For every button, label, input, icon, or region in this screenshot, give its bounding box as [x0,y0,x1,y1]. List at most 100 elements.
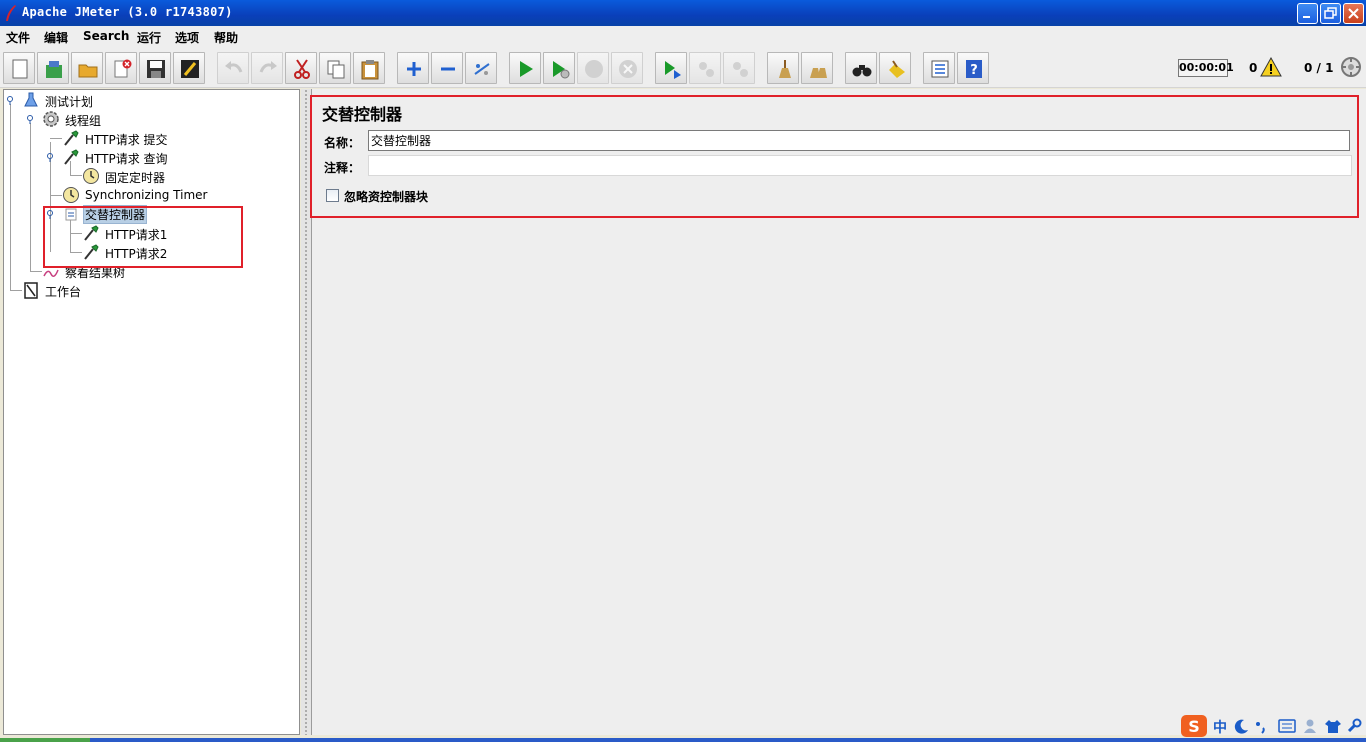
search-button[interactable] [845,52,877,84]
binoculars-icon [852,65,872,77]
minus-icon [441,67,455,71]
elapsed-time: 00:00:01 [1178,59,1234,77]
shutdown-icon [619,60,637,78]
wrench-icon[interactable] [1346,718,1362,734]
menu-help[interactable]: 帮助 [214,29,238,46]
skin-shirt-icon[interactable] [1324,718,1342,734]
minimize-icon [1303,16,1310,18]
punctuation-icon[interactable] [1254,718,1268,734]
tree-line [50,195,62,196]
tree-node-label: HTTP请求2 [105,247,168,261]
tree-expand-handle[interactable] [46,153,55,162]
templates-button[interactable] [37,52,69,84]
ime-toolbar: S 中 [1180,714,1364,738]
comment-row: 注释： [322,155,1353,177]
tree-expand-handle[interactable] [26,115,35,124]
keyboard-icon[interactable] [1278,719,1296,733]
undo-button[interactable] [217,52,249,84]
tree-node-label: 测试计划 [45,95,94,109]
reset-broom-icon [889,60,905,78]
function-helper-button[interactable] [923,52,955,84]
name-row: 名称： [322,130,1353,152]
cut-button[interactable] [285,52,317,84]
tree-node-label: 线程组 [65,114,102,128]
tree-node-label: 察看结果树 [65,266,126,280]
help-button[interactable]: ? [957,52,989,84]
tree-expand-handle[interactable] [46,210,55,219]
shutdown-button[interactable] [611,52,643,84]
list-icon [931,60,949,78]
tree-line [50,138,62,139]
close-file-icon [114,59,132,78]
ime-lang[interactable]: 中 [1213,717,1227,737]
save-button[interactable] [139,52,171,84]
reset-search-button[interactable] [879,52,911,84]
menu-options[interactable]: 选项 [175,29,199,46]
collapse-all-button[interactable] [431,52,463,84]
svg-text:S: S [1188,717,1200,736]
moon-icon[interactable] [1234,718,1250,734]
new-button[interactable] [3,52,35,84]
ignore-subcontroller-checkbox[interactable] [326,189,339,202]
expand-all-button[interactable] [397,52,429,84]
stop-button[interactable] [577,52,609,84]
templates-icon [46,61,62,78]
menu-run[interactable]: 运行 [137,29,161,46]
menu-edit[interactable]: 编辑 [44,29,68,46]
comment-input[interactable] [368,155,1352,176]
start-button[interactable] [509,52,541,84]
clock-icon [63,187,79,203]
tree-node-label: 固定定时器 [105,171,166,185]
minimize-button[interactable] [1297,3,1318,24]
menu-file[interactable]: 文件 [6,29,30,46]
redo-button[interactable] [251,52,283,84]
dropper-icon [84,244,99,260]
clear-all-button[interactable] [801,52,833,84]
tree-line [30,123,31,271]
chart-icon [43,269,59,277]
broom-all-icon [810,68,827,78]
stop-icon [585,60,603,78]
tree-node-label-selected: 交替控制器 [83,205,148,224]
maximize-button[interactable] [1320,3,1341,24]
warning-icon[interactable] [1260,57,1282,77]
toggle-icon [474,63,490,75]
panel-splitter[interactable] [301,89,311,735]
window-title: Apache JMeter (3.0 r1743807) [22,5,233,19]
remote-shutdown-button[interactable] [723,52,755,84]
tree-expand-handle[interactable] [6,96,15,105]
close-icon [1348,8,1359,19]
start-no-pause-button[interactable] [543,52,575,84]
remote-stop-button[interactable] [689,52,721,84]
clear-button[interactable] [767,52,799,84]
close-plan-button[interactable] [105,52,137,84]
copy-icon [327,60,345,79]
test-plan-tree[interactable]: 测试计划 线程组 HTTP请求 提交 HTTP请求 查询 固定定时器 Synch… [3,89,300,735]
new-file-icon [12,59,28,79]
tree-line [10,290,22,291]
folder-open-icon [78,64,98,78]
copy-button[interactable] [319,52,351,84]
toggle-button[interactable] [465,52,497,84]
controller-icon [65,208,77,221]
tree-line [70,218,71,252]
open-button[interactable] [71,52,103,84]
name-input[interactable] [368,130,1350,151]
tree-node-label: HTTP请求 查询 [85,152,168,166]
remote-shutdown-icon [733,62,748,77]
user-icon[interactable] [1302,718,1318,734]
toolbar: ? 00:00:01 0 0 / 1 [0,48,1366,88]
save-as-button[interactable] [173,52,205,84]
ignore-subcontroller-label: 忽略资控制器块 [344,190,429,204]
paste-button[interactable] [353,52,385,84]
close-button[interactable] [1343,3,1364,24]
name-label: 名称： [324,136,361,150]
dropper-icon [64,130,79,146]
remote-start-button[interactable] [655,52,687,84]
play-icon [520,61,533,77]
tree-node-label: 工作台 [45,285,82,299]
test-plan-icon [24,92,38,107]
svg-text:?: ? [970,63,978,78]
menu-search[interactable]: Search [83,29,129,43]
sogou-logo-icon[interactable]: S [1180,714,1208,738]
